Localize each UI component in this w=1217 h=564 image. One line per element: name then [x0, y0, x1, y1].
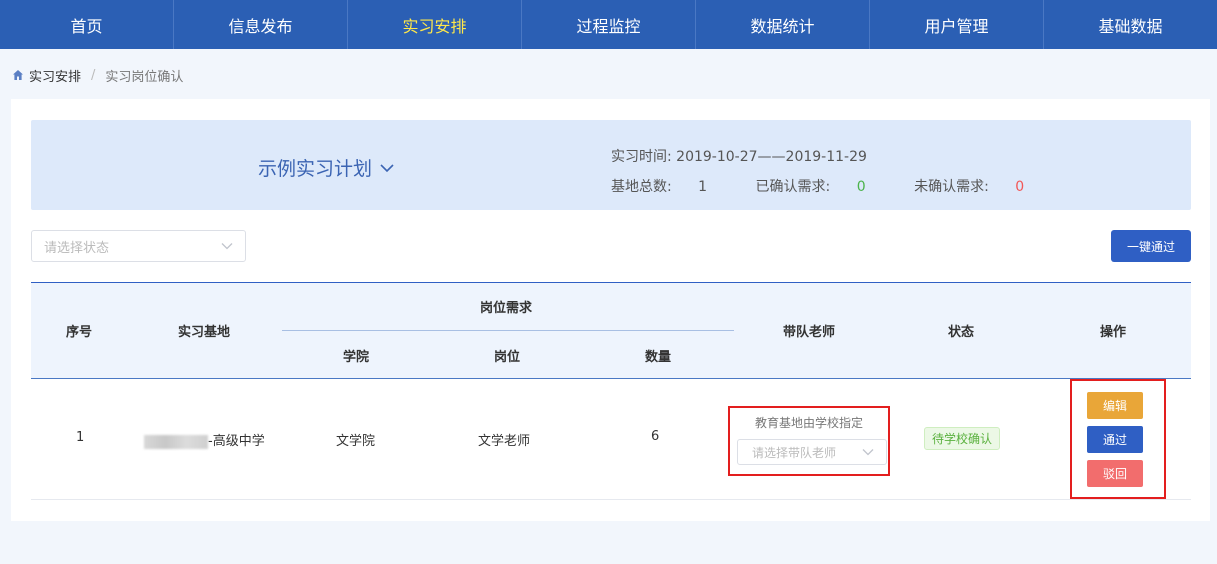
breadcrumb-item-post-confirmation: 实习岗位确认	[105, 69, 184, 85]
status-badge: 待学校确认	[924, 427, 1001, 450]
cell-base-suffix: -高级中学	[208, 434, 265, 449]
plan-time-label: 实习时间:	[611, 149, 677, 165]
plan-selector[interactable]: 示例实习计划	[258, 154, 394, 181]
header-status: 状态	[948, 325, 975, 340]
unconfirmed-label: 未确认需求:	[914, 179, 994, 195]
nav-item-internship-arrangement[interactable]: 实习安排	[348, 0, 522, 49]
base-total-value: 1	[698, 179, 708, 195]
table-row: 1 -高级中学 文学院 文学老师 6 教育基地由学校指定 请选择带队老师 待学校…	[31, 379, 1191, 500]
home-icon[interactable]	[12, 69, 24, 81]
plan-info: 实习时间: 2019-10-27——2019-11-29 基地总数: 1 已确认…	[611, 142, 1068, 202]
chevron-down-icon	[221, 239, 233, 254]
base-total-label: 基地总数:	[611, 179, 677, 195]
unconfirmed-stat: 未确认需求: 0	[914, 179, 1046, 195]
pass-button[interactable]: 通过	[1087, 426, 1143, 453]
plan-stats: 基地总数: 1 已确认需求: 0 未确认需求: 0	[611, 172, 1068, 202]
nav-item-basic-data[interactable]: 基础数据	[1044, 0, 1217, 49]
breadcrumb-item-internship-arrangement[interactable]: 实习安排	[29, 66, 81, 85]
teacher-select[interactable]: 请选择带队老师	[737, 439, 887, 465]
chevron-down-icon	[380, 163, 394, 173]
main-card: 示例实习计划 实习时间: 2019-10-27——2019-11-29 基地总数…	[11, 99, 1210, 521]
chevron-down-icon	[862, 445, 874, 459]
breadcrumb: 实习安排 / 实习岗位确认	[12, 66, 184, 85]
cell-base: -高级中学	[144, 430, 265, 449]
post-demand-table: 序号 实习基地 岗位需求 学院 岗位 数量 带队老师 状态 操作 1 -高级中学…	[31, 282, 1191, 500]
top-nav: 首页 信息发布 实习安排 过程监控 数据统计 用户管理 基础数据	[0, 0, 1217, 49]
header-college: 学院	[343, 350, 370, 365]
header-post: 岗位	[494, 350, 521, 365]
ops-highlight-box: 编辑 通过 驳回	[1070, 379, 1166, 499]
edit-button[interactable]: 编辑	[1087, 392, 1143, 419]
cell-post: 文学老师	[478, 434, 531, 449]
header-index: 序号	[66, 325, 93, 340]
nav-item-user-management[interactable]: 用户管理	[870, 0, 1044, 49]
nav-item-info-publish[interactable]: 信息发布	[174, 0, 348, 49]
header-count: 数量	[645, 350, 672, 365]
nav-item-data-statistics[interactable]: 数据统计	[696, 0, 870, 49]
header-divider	[282, 330, 734, 331]
status-select[interactable]: 请选择状态	[31, 230, 246, 262]
header-teacher: 带队老师	[783, 325, 836, 340]
header-demand: 岗位需求	[480, 301, 533, 316]
redacted-block	[144, 434, 208, 449]
header-ops: 操作	[1100, 325, 1127, 340]
reject-button[interactable]: 驳回	[1087, 460, 1143, 487]
header-base: 实习基地	[178, 325, 231, 340]
breadcrumb-separator: /	[91, 67, 96, 83]
teacher-highlight-box: 教育基地由学校指定 请选择带队老师	[728, 406, 890, 476]
base-total-stat: 基地总数: 1	[611, 179, 729, 195]
teacher-select-placeholder: 请选择带队老师	[752, 445, 837, 460]
confirmed-value: 0	[856, 179, 866, 195]
cell-count: 6	[651, 429, 660, 444]
plan-title: 示例实习计划	[258, 158, 373, 180]
plan-time: 实习时间: 2019-10-27——2019-11-29	[611, 142, 1068, 172]
approve-all-button[interactable]: 一键通过	[1111, 230, 1191, 262]
nav-item-home[interactable]: 首页	[0, 0, 174, 49]
confirmed-stat: 已确认需求: 0	[756, 179, 888, 195]
teacher-note: 教育基地由学校指定	[754, 416, 863, 430]
confirmed-label: 已确认需求:	[755, 179, 835, 195]
cell-index: 1	[76, 430, 85, 445]
unconfirmed-value: 0	[1015, 179, 1025, 195]
nav-item-process-monitor[interactable]: 过程监控	[522, 0, 696, 49]
plan-time-value: 2019-10-27——2019-11-29	[676, 149, 867, 165]
status-select-placeholder: 请选择状态	[44, 240, 110, 256]
cell-college: 文学院	[336, 434, 376, 449]
plan-summary-panel: 示例实习计划 实习时间: 2019-10-27——2019-11-29 基地总数…	[31, 120, 1191, 210]
table-header: 序号 实习基地 岗位需求 学院 岗位 数量 带队老师 状态 操作	[31, 282, 1191, 379]
